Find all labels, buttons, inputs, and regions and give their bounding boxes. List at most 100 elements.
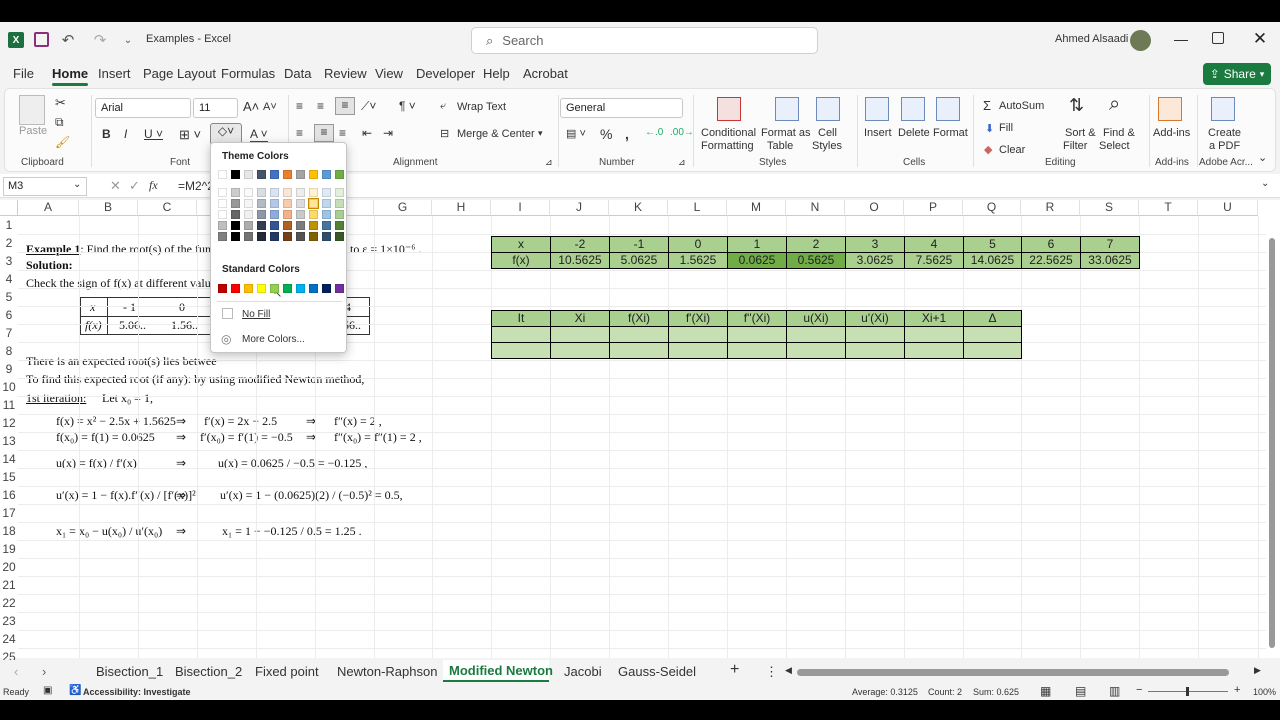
accessibility-status[interactable]: Accessibility: Investigate — [83, 687, 191, 697]
standard-color-swatch[interactable] — [231, 284, 240, 293]
iteration-data-cell[interactable] — [491, 342, 551, 359]
align-top-icon[interactable]: ≡ — [296, 99, 303, 113]
theme-shade-swatch[interactable] — [218, 232, 227, 241]
theme-shade-swatch[interactable] — [257, 188, 266, 197]
row-header[interactable]: 1 — [0, 218, 18, 236]
standard-color-swatch[interactable] — [270, 284, 279, 293]
worksheet[interactable]: Example 1: Find the root(s) of the func … — [0, 200, 1280, 700]
x-label-cell[interactable]: x — [491, 236, 551, 253]
conditional-formatting-button-line2[interactable]: Formatting — [701, 140, 754, 152]
iteration-data-cell[interactable] — [845, 342, 905, 359]
row-header[interactable]: 22 — [0, 596, 18, 614]
theme-shade-swatch[interactable] — [231, 210, 240, 219]
iteration-data-cell[interactable] — [786, 342, 846, 359]
menu-review[interactable]: Review — [324, 66, 367, 81]
align-bottom-icon[interactable]: ≡ — [335, 97, 355, 115]
fx-value-cell[interactable]: 0.5625 — [786, 252, 846, 269]
menu-file[interactable]: File — [13, 66, 34, 81]
row-header[interactable]: 16 — [0, 488, 18, 506]
theme-shade-swatch[interactable] — [296, 188, 305, 197]
format-cells-button[interactable]: Format — [933, 127, 968, 139]
sheet-tab-newton-raphson[interactable]: Newton-Raphson — [337, 664, 437, 679]
iteration-data-cell[interactable] — [727, 326, 787, 343]
iteration-header-cell[interactable]: f(Xi) — [609, 310, 669, 327]
standard-color-swatch[interactable] — [296, 284, 305, 293]
row-header[interactable]: 24 — [0, 632, 18, 650]
theme-shade-swatch[interactable] — [283, 232, 292, 241]
avatar[interactable] — [1130, 30, 1151, 51]
row-header[interactable]: 13 — [0, 434, 18, 452]
x-value-cell[interactable]: 4 — [904, 236, 964, 253]
theme-shade-swatch[interactable] — [270, 210, 279, 219]
vertical-scrollbar[interactable] — [1268, 226, 1276, 648]
standard-color-swatch[interactable] — [335, 284, 344, 293]
decrease-font-icon[interactable]: A˅ — [263, 101, 277, 113]
expand-formula-icon[interactable]: ⌄ — [1261, 178, 1269, 189]
merge-center-button[interactable]: Merge & Center — [457, 128, 535, 140]
row-header[interactable]: 21 — [0, 578, 18, 596]
select-all-corner[interactable] — [0, 200, 18, 216]
number-launcher-icon[interactable]: ⊿ — [678, 157, 686, 168]
cell-styles-button-line2[interactable]: Styles — [812, 140, 842, 152]
more-colors-option[interactable]: More Colors... — [242, 334, 305, 345]
row-header[interactable]: 8 — [0, 344, 18, 362]
theme-shade-swatch[interactable] — [296, 210, 305, 219]
borders-icon[interactable]: ⊞ ˅ — [179, 127, 201, 143]
vertical-scroll-thumb[interactable] — [1269, 238, 1275, 648]
menu-help[interactable]: Help — [483, 66, 510, 81]
fx-value-cell[interactable]: 10.5625 — [550, 252, 610, 269]
row-header[interactable]: 2 — [0, 236, 18, 254]
format-as-table-button-line2[interactable]: Table — [767, 140, 793, 152]
theme-shade-swatch[interactable] — [309, 221, 318, 230]
horizontal-scrollbar-thumb[interactable] — [797, 669, 1229, 676]
column-header[interactable]: I — [491, 200, 550, 216]
theme-shade-swatch[interactable] — [296, 221, 305, 230]
iteration-header-cell[interactable]: Xi+1 — [904, 310, 964, 327]
column-header[interactable]: P — [904, 200, 963, 216]
theme-color-swatch[interactable] — [335, 170, 344, 179]
standard-color-swatch[interactable] — [309, 284, 318, 293]
x-value-cell[interactable]: 2 — [786, 236, 846, 253]
cell-styles-button[interactable]: Cell — [818, 127, 837, 139]
menu-acrobat[interactable]: Acrobat — [523, 66, 568, 81]
align-left-icon[interactable]: ≡ — [296, 126, 303, 140]
cancel-icon[interactable]: ✕ — [110, 178, 121, 194]
column-header[interactable]: L — [668, 200, 727, 216]
add-sheet-icon[interactable]: + — [730, 661, 739, 679]
iteration-data-cell[interactable] — [668, 326, 728, 343]
row-header[interactable]: 17 — [0, 506, 18, 524]
menu-formulas[interactable]: Formulas — [221, 66, 275, 81]
theme-shade-swatch[interactable] — [283, 221, 292, 230]
row-header[interactable]: 4 — [0, 272, 18, 290]
delete-cells-button[interactable]: Delete — [898, 127, 930, 139]
more-options-icon[interactable]: ⋮ — [765, 664, 778, 680]
theme-shade-swatch[interactable] — [257, 232, 266, 241]
macro-record-icon[interactable]: ▣ — [43, 685, 52, 696]
theme-shade-swatch[interactable] — [335, 221, 344, 230]
theme-shade-swatch[interactable] — [231, 221, 240, 230]
italic-icon[interactable]: I — [124, 127, 127, 141]
row-header[interactable]: 11 — [0, 398, 18, 416]
theme-shade-swatch[interactable] — [322, 199, 331, 208]
create-pdf-button-line2[interactable]: a PDF — [1209, 140, 1240, 152]
theme-color-swatch[interactable] — [296, 170, 305, 179]
iteration-header-cell[interactable]: u'(Xi) — [845, 310, 905, 327]
column-header[interactable]: N — [786, 200, 845, 216]
copy-icon[interactable]: ⧉ — [55, 115, 64, 130]
column-header[interactable]: A — [18, 200, 79, 216]
status-sum[interactable]: Sum: 0.625 — [973, 687, 1019, 697]
iteration-data-cell[interactable] — [609, 342, 669, 359]
iteration-header-cell[interactable]: f'(Xi) — [668, 310, 728, 327]
theme-shade-swatch[interactable] — [257, 210, 266, 219]
paste-icon[interactable] — [19, 95, 45, 125]
theme-shade-swatch[interactable] — [270, 188, 279, 197]
search-box[interactable]: ⌕ Search — [471, 27, 818, 54]
orientation-icon[interactable]: ⟋˅ — [361, 99, 376, 114]
theme-shade-swatch[interactable] — [335, 210, 344, 219]
bold-icon[interactable]: B — [102, 127, 111, 141]
menu-page-layout[interactable]: Page Layout — [143, 66, 216, 81]
theme-color-swatch[interactable] — [257, 170, 266, 179]
row-header[interactable]: 9 — [0, 362, 18, 380]
underline-icon[interactable]: U ˅ — [144, 127, 163, 141]
theme-shade-swatch[interactable] — [283, 199, 292, 208]
